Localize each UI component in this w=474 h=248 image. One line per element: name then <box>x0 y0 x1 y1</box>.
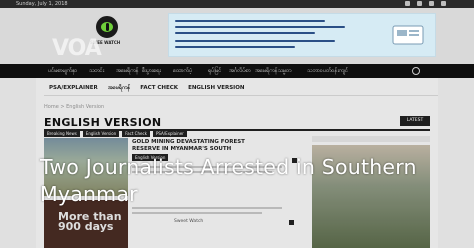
twitter-icon[interactable] <box>417 1 422 6</box>
social-icons <box>405 1 446 6</box>
instagram-icon[interactable] <box>441 1 446 6</box>
date-text: Sunday, July 1, 2018 <box>16 1 68 7</box>
youtube-icon[interactable] <box>429 1 434 6</box>
eye-pupil <box>106 23 109 31</box>
facebook-icon[interactable] <box>405 1 410 6</box>
banner-illustration-icon <box>392 25 424 45</box>
ad-banner[interactable] <box>168 13 436 57</box>
voa-logo[interactable]: VOA <box>52 36 102 61</box>
video-headline: Two Journalists Arrested in Southern Mya… <box>40 155 417 206</box>
top-bar: Sunday, July 1, 2018 <box>0 0 474 8</box>
